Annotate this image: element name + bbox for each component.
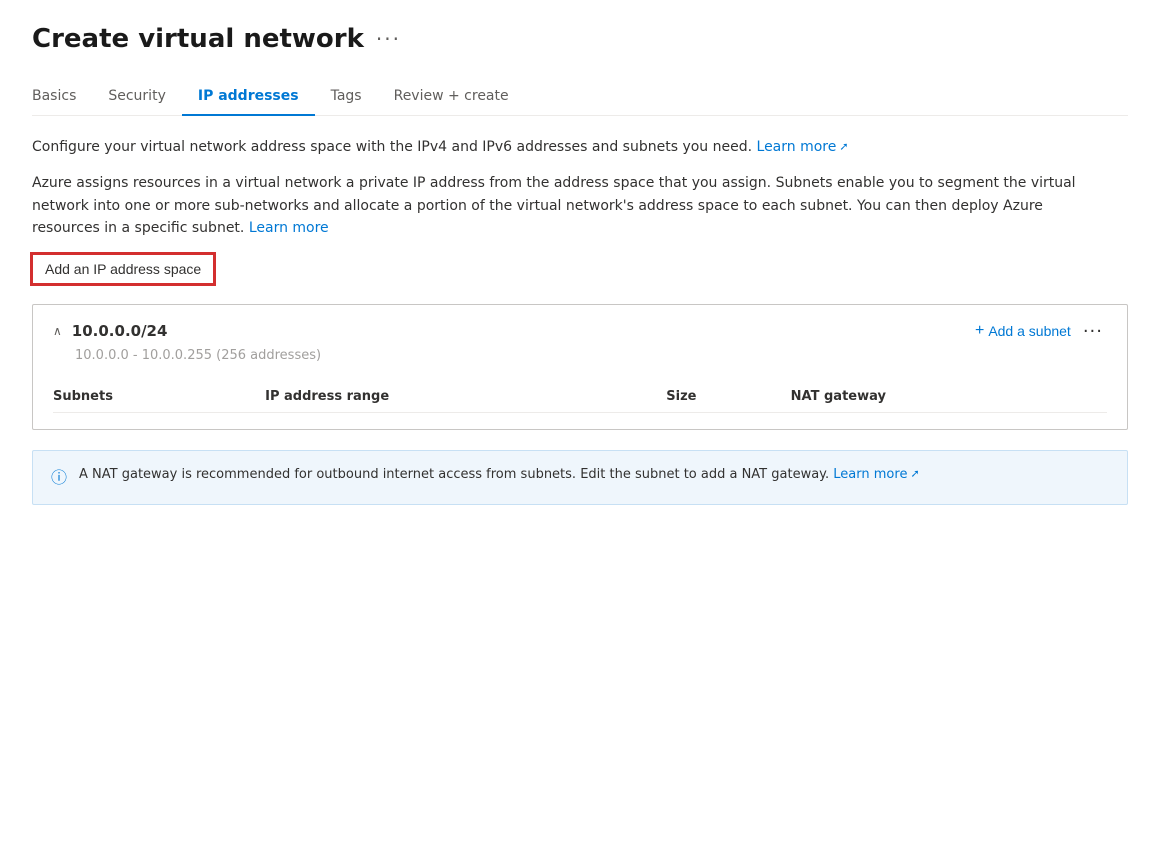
tab-review-create[interactable]: Review + create bbox=[378, 78, 525, 116]
ip-space-header-right: + Add a subnet ··· bbox=[975, 321, 1107, 342]
description-line1: Configure your virtual network address s… bbox=[32, 136, 1112, 158]
ip-range-text: 10.0.0.0 - 10.0.0.255 (256 addresses) bbox=[53, 348, 1107, 363]
page-more-icon[interactable]: ··· bbox=[376, 27, 401, 51]
add-subnet-label: Add a subnet bbox=[988, 323, 1071, 339]
learn-more-link-1[interactable]: Learn more➚ bbox=[757, 139, 849, 155]
learn-more-link-2[interactable]: Learn more bbox=[249, 220, 329, 236]
add-subnet-button[interactable]: + Add a subnet bbox=[975, 322, 1071, 340]
tab-ip-addresses[interactable]: IP addresses bbox=[182, 78, 315, 116]
subnet-table-head: Subnets IP address range Size NAT gatewa… bbox=[53, 381, 1107, 413]
ip-space-header-left: ∧ 10.0.0.0/24 bbox=[53, 322, 167, 340]
ip-space-card: ∧ 10.0.0.0/24 + Add a subnet ··· 10.0.0.… bbox=[32, 304, 1128, 430]
chevron-up-icon[interactable]: ∧ bbox=[53, 324, 62, 338]
add-ip-address-space-button[interactable]: Add an IP address space bbox=[32, 254, 214, 284]
plus-icon: + bbox=[975, 322, 984, 340]
ip-space-header: ∧ 10.0.0.0/24 + Add a subnet ··· bbox=[53, 321, 1107, 342]
subnet-table: Subnets IP address range Size NAT gatewa… bbox=[53, 381, 1107, 413]
tab-basics[interactable]: Basics bbox=[32, 78, 92, 116]
info-banner-text: A NAT gateway is recommended for outboun… bbox=[79, 465, 920, 485]
more-options-icon[interactable]: ··· bbox=[1079, 321, 1107, 342]
page-title-row: Create virtual network ··· bbox=[32, 24, 1128, 54]
desc1-text: Configure your virtual network address s… bbox=[32, 139, 752, 155]
tab-nav: Basics Security IP addresses Tags Review… bbox=[32, 78, 1128, 116]
col-size: Size bbox=[666, 381, 790, 413]
info-circle-icon: ⓘ bbox=[51, 466, 67, 490]
col-nat-gateway: NAT gateway bbox=[791, 381, 1107, 413]
description-line2: Azure assigns resources in a virtual net… bbox=[32, 172, 1112, 239]
external-link-icon-1: ➚ bbox=[839, 138, 848, 156]
tab-security[interactable]: Security bbox=[92, 78, 182, 116]
col-subnets: Subnets bbox=[53, 381, 265, 413]
page-title: Create virtual network bbox=[32, 24, 364, 54]
col-ip-range: IP address range bbox=[265, 381, 666, 413]
desc2-text: Azure assigns resources in a virtual net… bbox=[32, 175, 1076, 236]
tab-tags[interactable]: Tags bbox=[315, 78, 378, 116]
subnet-table-header-row: Subnets IP address range Size NAT gatewa… bbox=[53, 381, 1107, 413]
ip-cidr-label: 10.0.0.0/24 bbox=[72, 322, 168, 340]
info-banner: ⓘ A NAT gateway is recommended for outbo… bbox=[32, 450, 1128, 505]
external-link-icon-2: ➚ bbox=[910, 466, 919, 483]
info-banner-learn-more-link[interactable]: Learn more➚ bbox=[833, 467, 919, 482]
